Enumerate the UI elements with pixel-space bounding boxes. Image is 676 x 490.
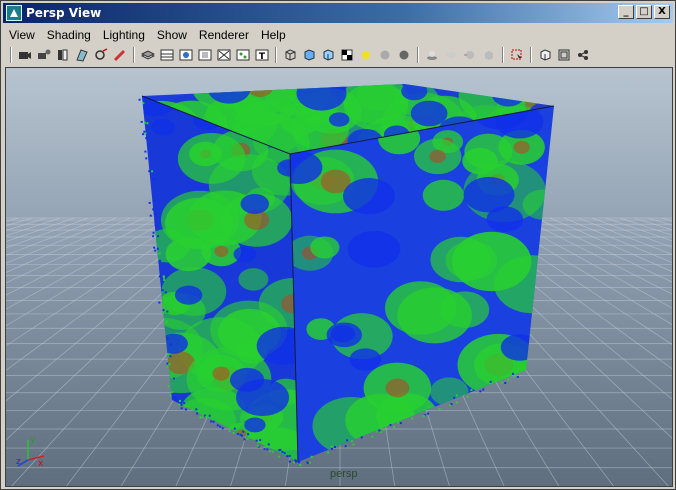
film-gate-icon[interactable] [92,47,110,63]
image-plane-icon[interactable] [73,47,91,63]
field-chart-icon[interactable] [158,47,176,63]
resolution-gate-icon[interactable] [111,47,129,63]
close-button[interactable]: X [654,5,670,19]
xray-icon[interactable] [536,47,554,63]
ambient-occlusion-icon[interactable] [442,47,460,63]
persp-view-window: Persp View _ □ X View Shading Lighting S… [0,0,676,490]
select-camera-icon[interactable] [16,47,34,63]
wireframe-icon[interactable] [177,47,195,63]
toolbar-separator [275,47,277,63]
perspective-viewport[interactable]: y x z persp [5,67,673,487]
shadow-icon[interactable] [423,47,441,63]
toolbar-separator [502,47,504,63]
title-bar[interactable]: Persp View _ □ X [3,3,673,23]
anti-alias-icon[interactable] [480,47,498,63]
axis-z-label: z [16,457,21,467]
xray-components-icon[interactable] [574,47,592,63]
axis-y-label: y [30,435,36,445]
viewport-toolbar: T [3,45,673,65]
motion-blur-icon[interactable] [461,47,479,63]
toolbar-separator [133,47,135,63]
menu-shading[interactable]: Shading [41,28,97,42]
maya-app-icon [6,5,22,21]
menu-help[interactable]: Help [255,28,292,42]
title-buttons: _ □ X [618,5,670,19]
sphere-dark-icon[interactable] [395,47,413,63]
camera-attributes-icon[interactable] [35,47,53,63]
window-title: Persp View [26,6,102,20]
points-icon[interactable]: T [253,47,271,63]
toolbar-separator [10,47,12,63]
bookmark-icon[interactable] [54,47,72,63]
maximize-button[interactable]: □ [636,5,652,19]
cube-wire-icon[interactable] [281,47,299,63]
flat-shade-icon[interactable] [215,47,233,63]
minimize-button[interactable]: _ [618,5,634,19]
light-icon[interactable] [357,47,375,63]
menu-view[interactable]: View [3,28,41,42]
toolbar-separator [417,47,419,63]
xray-joints-icon[interactable] [555,47,573,63]
sphere-icon[interactable] [376,47,394,63]
toolbar-separator [530,47,532,63]
grid-icon[interactable] [139,47,157,63]
isolate-select-icon[interactable] [508,47,526,63]
bounding-box-icon[interactable] [234,47,252,63]
svg-text:T: T [259,52,266,62]
smooth-shade-icon[interactable] [196,47,214,63]
menu-show[interactable]: Show [151,28,193,42]
camera-label: persp [330,468,358,480]
cube-light-icon[interactable] [319,47,337,63]
menu-renderer[interactable]: Renderer [193,28,255,42]
cube-solid-icon[interactable] [300,47,318,63]
checker-icon[interactable] [338,47,356,63]
menu-lighting[interactable]: Lighting [97,28,151,42]
menu-bar: View Shading Lighting Show Renderer Help [3,25,673,45]
viewport-scene: y x z [6,84,672,486]
axis-x-label: x [38,459,44,469]
